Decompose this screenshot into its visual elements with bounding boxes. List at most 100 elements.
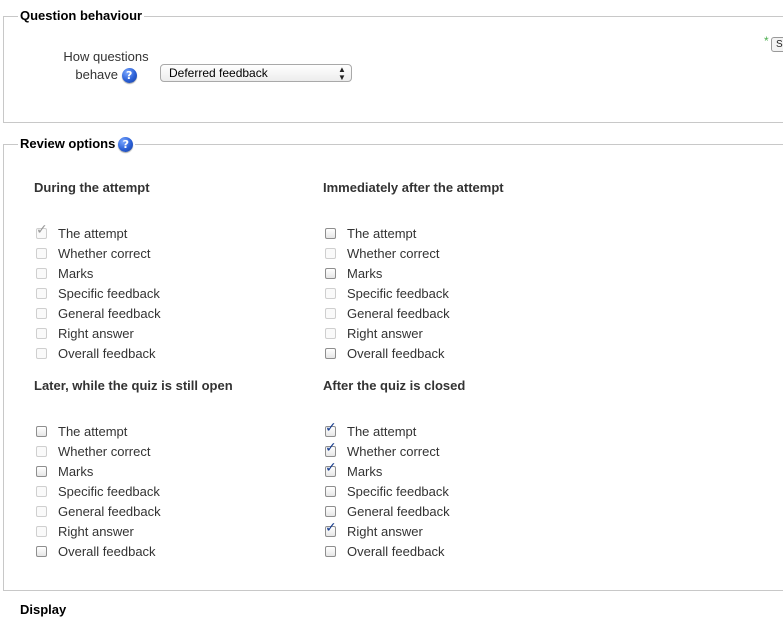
review-group-title: During the attempt (34, 180, 150, 195)
review-option-label: Marks (347, 265, 383, 281)
review-option-checkbox[interactable]: ✓ (325, 505, 336, 517)
review-option-checkbox[interactable]: ✓ (325, 441, 337, 457)
review-option-label: General feedback (58, 305, 161, 321)
review-option-checkbox[interactable]: ✓ (36, 465, 47, 477)
review-option-checkbox: ✓ (36, 223, 48, 239)
review-option-checkbox: ✓ (36, 347, 47, 359)
review-option-label: General feedback (58, 503, 161, 519)
review-option[interactable]: ✓ Right answer (323, 521, 465, 541)
cut-off-button[interactable]: S (771, 37, 783, 52)
review-option-checkbox: ✓ (325, 327, 336, 339)
review-option-label: Specific feedback (58, 483, 160, 499)
checkmark-icon: ✓ (36, 221, 48, 238)
review-option[interactable]: ✓ The attempt (323, 223, 504, 243)
review-option-label: The attempt (58, 225, 128, 241)
review-option[interactable]: ✓ Marks (323, 263, 504, 283)
review-option-checkbox: ✓ (36, 267, 47, 279)
review-option-checkbox: ✓ (36, 247, 47, 259)
review-option-label: Overall feedback (58, 543, 156, 559)
review-option-checkbox[interactable]: ✓ (325, 521, 337, 537)
review-option[interactable]: ✓ The attempt (34, 421, 233, 441)
review-group-title: Later, while the quiz is still open (34, 378, 233, 393)
review-option-checkbox[interactable]: ✓ (325, 267, 336, 279)
required-marker: * (764, 34, 769, 48)
checkmark-icon: ✓ (325, 519, 337, 536)
review-option-label: Specific feedback (347, 285, 449, 301)
review-option-label: Right answer (347, 523, 423, 539)
review-option[interactable]: ✓ Overall feedback (323, 343, 504, 363)
how-questions-behave-select[interactable]: Deferred feedback ▲ ▼ (160, 64, 352, 82)
review-option: ✓ General feedback (34, 303, 161, 323)
review-option-checkbox[interactable]: ✓ (325, 347, 336, 359)
review-option-checkbox[interactable]: ✓ (325, 461, 337, 477)
review-option[interactable]: ✓ General feedback (323, 501, 465, 521)
review-option-label: General feedback (347, 305, 450, 321)
checkmark-icon: ✓ (325, 459, 337, 476)
review-option-label: Overall feedback (58, 345, 156, 361)
review-option[interactable]: ✓ The attempt (323, 421, 465, 441)
review-option: ✓ Specific feedback (34, 283, 161, 303)
review-option-checkbox[interactable]: ✓ (325, 545, 336, 557)
review-option-checkbox[interactable]: ✓ (325, 485, 336, 497)
review-option[interactable]: ✓ Overall feedback (323, 541, 465, 561)
review-option-checkbox: ✓ (36, 525, 47, 537)
review-option-label: Specific feedback (347, 483, 449, 499)
review-option-label: Marks (58, 265, 94, 281)
review-option: ✓ Specific feedback (34, 481, 233, 501)
review-options-legend-label: Review options (20, 136, 116, 151)
next-section-legend[interactable]: Display (20, 602, 66, 618)
review-group-title: Immediately after the attempt (323, 180, 504, 195)
review-group-immediately: Immediately after the attempt ✓ The attemp… (323, 180, 504, 363)
review-option: ✓ The attempt (34, 223, 161, 243)
review-option[interactable]: ✓ Overall feedback (34, 541, 233, 561)
select-value: Deferred feedback (169, 66, 268, 80)
review-option-checkbox: ✓ (325, 287, 336, 299)
updown-arrows-icon: ▲ ▼ (338, 65, 346, 82)
review-option-label: Right answer (58, 325, 134, 341)
review-option-label: General feedback (347, 503, 450, 519)
review-option-label: Marks (347, 463, 383, 479)
review-option-label: Overall feedback (347, 543, 445, 559)
review-option-checkbox[interactable]: ✓ (325, 227, 336, 239)
review-option-label: Whether correct (347, 443, 440, 459)
review-option-checkbox: ✓ (36, 307, 47, 319)
review-option-label: Specific feedback (58, 285, 160, 301)
review-option-checkbox[interactable]: ✓ (36, 425, 47, 437)
review-option[interactable]: ✓ Specific feedback (323, 481, 465, 501)
review-option[interactable]: ✓ Marks (34, 461, 233, 481)
review-option: ✓ Whether correct (34, 243, 161, 263)
review-option[interactable]: ✓ Whether correct (323, 441, 465, 461)
review-option-checkbox[interactable]: ✓ (36, 545, 47, 557)
review-option-checkbox: ✓ (36, 485, 47, 497)
question-behaviour-legend[interactable]: Question behaviour (18, 8, 145, 24)
review-option-label: Right answer (58, 523, 134, 539)
review-group-during: During the attempt ✓ The attempt ✓ Whether c… (34, 180, 161, 363)
checkmark-icon: ✓ (325, 439, 337, 456)
review-option: ✓ General feedback (323, 303, 504, 323)
review-option-label: The attempt (58, 423, 128, 439)
review-group-title: After the quiz is closed (323, 378, 466, 393)
review-option[interactable]: ✓ Marks (323, 461, 465, 481)
review-option-checkbox[interactable]: ✓ (325, 421, 337, 437)
checkmark-icon: ✓ (325, 419, 337, 436)
review-option-checkbox: ✓ (36, 327, 47, 339)
question-behaviour-legend-label: Question behaviour (20, 8, 143, 23)
review-option: ✓ Marks (34, 263, 161, 283)
help-icon[interactable]: ? (121, 68, 137, 83)
help-icon[interactable]: ? (118, 136, 134, 152)
review-option-checkbox: ✓ (325, 307, 336, 319)
review-option: ✓ Right answer (323, 323, 504, 343)
review-option-label: Whether correct (347, 245, 440, 261)
review-option-label: Marks (58, 463, 94, 479)
review-option-checkbox: ✓ (36, 445, 47, 457)
review-options-legend[interactable]: Review options ? (18, 136, 136, 152)
review-option-label: Whether correct (58, 245, 151, 261)
review-option-checkbox: ✓ (36, 505, 47, 517)
review-group-closed: After the quiz is closed ✓ The attempt ✓ Whe… (323, 378, 465, 561)
review-option-label: Right answer (347, 325, 423, 341)
review-option: ✓ Overall feedback (34, 343, 161, 363)
review-option: ✓ Specific feedback (323, 283, 504, 303)
review-option: ✓ Whether correct (323, 243, 504, 263)
review-option-checkbox: ✓ (36, 287, 47, 299)
review-option: ✓ General feedback (34, 501, 233, 521)
